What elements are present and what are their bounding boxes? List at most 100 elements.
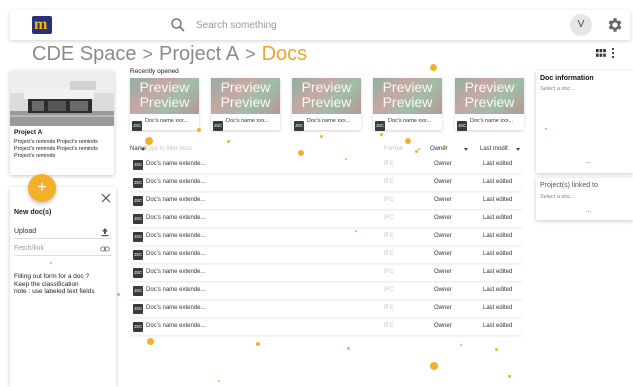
doc-name: Doc's name xxx... [307,118,351,124]
breadcrumb-project[interactable]: Project A [159,43,239,66]
cell-format: IFC [384,215,394,221]
preview-watermark: Preview [301,94,352,110]
logo-icon[interactable]: m [32,16,52,34]
decorative-dot [320,135,323,138]
linked-projects-title: Project(s) linked to [540,182,598,189]
recent-doc-card[interactable]: Preview Preview JSC Doc's name xxx... [211,78,280,131]
doc-information-panel: Doc information Select a doc... ... [536,71,633,173]
decorative-dot [298,150,304,156]
cell-last-modified: Last edited [483,179,513,185]
upload-option[interactable]: Upload [14,225,112,239]
sort-arrow-icon[interactable] [516,148,520,151]
cell-format: IFC [384,197,394,203]
decorative-dot [227,140,230,143]
doc-preview-image: Preview Preview [455,78,524,114]
file-icon: JSC [375,120,385,131]
breadcrumb: CDE Space > Project A > Docs [32,42,307,66]
close-icon[interactable] [101,193,111,203]
recent-doc-card[interactable]: Preview Preview JSC Doc's name xxx... [130,78,199,131]
recent-doc-card[interactable]: Preview Preview JSC Doc's name xxx... [455,78,524,131]
doc-information-title: Doc information [540,75,594,82]
doc-name: Doc's name xxx... [226,118,270,124]
table-row[interactable]: JSC Doc's name extende... IFC Owner Last… [130,193,522,210]
table-row[interactable]: JSC Doc's name extende... IFC Owner Last… [130,301,522,318]
fetch-link-input[interactable]: Fetch/link [14,242,112,256]
search-icon [171,18,185,32]
avatar[interactable]: V [570,14,592,36]
table-row[interactable]: JSC Doc's name extende... IFC Owner Last… [130,157,522,174]
table-row[interactable]: JSC Doc's name extende... IFC Owner Last… [130,319,522,336]
sort-arrow-icon[interactable] [464,148,468,151]
cell-last-modified: Last edited [483,233,513,239]
cell-doc-name: Doc's name extende... [146,161,206,167]
cell-format: IFC [384,323,394,329]
doc-preview-image: Preview Preview [292,78,361,114]
decorative-dot [545,128,547,130]
cell-doc-name: Doc's name extende... [146,179,206,185]
project-description: Project's reminds Project's reminds Proj… [14,139,98,159]
new-doc-panel: New doc(s) Upload Fetch/link Filling out… [10,187,116,387]
preview-watermark: Preview [139,79,190,95]
linked-projects-more[interactable]: ... [586,208,591,214]
recent-doc-card[interactable]: Preview Preview JSC Doc's name xxx... [373,78,442,131]
preview-watermark: Preview [220,94,271,110]
column-last-modified[interactable]: Last modif. [480,146,509,152]
table-row[interactable]: JSC Doc's name extende... IFC Owner Last… [130,211,522,228]
search-input[interactable] [196,16,436,34]
decorative-dot [147,338,154,345]
cell-owner: Owner [434,179,452,185]
decorative-dot [218,380,220,382]
table-header: Name Type to filter docs Format Owner La… [130,146,522,157]
cell-owner: Owner [434,215,452,221]
cell-last-modified: Last edited [483,251,513,257]
preview-watermark: Preview [464,94,515,110]
decorative-dot [380,133,383,136]
cell-last-modified: Last edited [483,305,513,311]
table-row[interactable]: JSC Doc's name extende... IFC Owner Last… [130,229,522,246]
new-doc-title: New doc(s) [14,209,52,216]
more-vertical-icon[interactable] [610,47,616,59]
breadcrumb-separator: > [142,43,154,64]
project-image [10,71,114,126]
table-row[interactable]: JSC Doc's name extende... IFC Owner Last… [130,247,522,264]
doc-name-row: JSC Doc's name xxx... [132,117,198,131]
gear-icon[interactable] [606,16,624,34]
recent-doc-card[interactable]: Preview Preview JSC Doc's name xxx... [292,78,361,131]
cell-owner: Owner [434,233,452,239]
doc-name-row: JSC Doc's name xxx... [375,117,441,131]
grid-view-icon[interactable] [596,49,606,57]
breadcrumb-cde-space[interactable]: CDE Space [32,43,137,66]
cell-format: IFC [384,233,394,239]
cell-format: IFC [384,287,394,293]
doc-preview-image: Preview Preview [211,78,280,114]
preview-watermark: Preview [301,79,352,95]
cell-last-modified: Last edited [483,197,513,203]
cell-last-modified: Last edited [483,323,513,329]
filter-input[interactable]: Type to filter docs [145,146,192,152]
preview-watermark: Preview [220,79,271,95]
doc-information-more[interactable]: ... [586,159,591,165]
preview-watermark: Preview [464,79,515,95]
table-row[interactable]: JSC Doc's name extende... IFC Owner Last… [130,283,522,300]
doc-preview-image: Preview Preview [130,78,199,114]
table-row[interactable]: JSC Doc's name extende... IFC Owner Last… [130,265,522,282]
cell-owner: Owner [434,161,452,167]
add-doc-button[interactable]: + [28,174,56,202]
doc-name: Doc's name xxx... [388,118,432,124]
page-title: Docs [261,42,308,65]
upload-label: Upload [14,228,37,235]
new-doc-note: Filling out form for a doc ? Keep the cl… [14,273,95,295]
cell-owner: Owner [434,251,452,257]
decorative-dot [197,128,201,132]
doc-preview-image: Preview Preview [373,78,442,114]
decorative-dot [405,138,411,144]
cell-format: IFC [384,251,394,257]
column-format[interactable]: Format [384,146,403,152]
decorative-dot [145,137,153,145]
cell-owner: Owner [434,197,452,203]
decorative-dot [495,348,498,351]
table-row[interactable]: JSC Doc's name extende... IFC Owner Last… [130,175,522,192]
file-icon: JSC [133,304,143,314]
decorative-dot [415,150,418,153]
project-card[interactable]: Project A Project's reminds Project's re… [10,71,114,175]
